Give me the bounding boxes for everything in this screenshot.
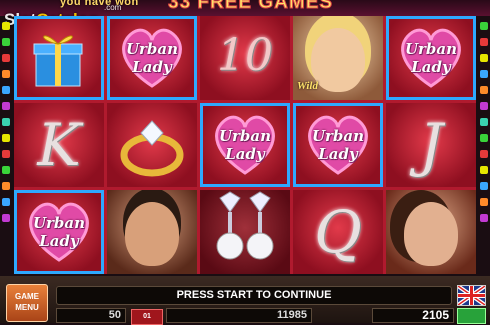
- gift-box-icon: [33, 35, 83, 87]
- menu-line2: MENU: [15, 303, 39, 312]
- start-button[interactable]: [457, 308, 486, 324]
- light-icon: [480, 86, 488, 94]
- symbol-j: J: [386, 103, 476, 187]
- light-icon: [2, 102, 10, 110]
- light-icon: [2, 118, 10, 126]
- light-icon: [2, 166, 10, 174]
- symbol-woman-with-jewels: [386, 190, 476, 274]
- lady-text: Lady: [132, 58, 172, 76]
- reel-grid: Urban Lady 10 Wild Urban Lady K Urban La…: [14, 16, 476, 274]
- light-icon: [2, 182, 10, 190]
- light-icon: [480, 166, 488, 174]
- symbol-k: K: [14, 103, 104, 187]
- left-indicator-lights: [0, 18, 12, 276]
- lady-text: Lady: [318, 145, 358, 163]
- light-icon: [480, 198, 488, 206]
- symbol-urban-lady: Urban Lady: [107, 16, 197, 100]
- message-bar: PRESS START TO CONTINUE: [56, 286, 452, 305]
- light-icon: [480, 150, 488, 158]
- urban-text: Urban: [218, 127, 272, 145]
- symbol-urban-lady: Urban Lady: [200, 103, 290, 187]
- woman-face-icon: [311, 28, 365, 92]
- light-icon: [2, 198, 10, 206]
- light-icon: [480, 22, 488, 30]
- heart-icon: Urban Lady: [210, 113, 280, 177]
- light-icon: [2, 86, 10, 94]
- light-icon: [2, 22, 10, 30]
- symbol-wild-woman: Wild: [293, 16, 383, 100]
- woman-face-icon: [404, 202, 458, 266]
- heart-icon: Urban Lady: [24, 200, 94, 264]
- symbol-urban-lady: Urban Lady: [14, 190, 104, 274]
- light-icon: [480, 182, 488, 190]
- bet-display: 11985: [166, 308, 312, 323]
- urban-text: Urban: [311, 127, 365, 145]
- light-icon: [2, 54, 10, 62]
- k-symbol-text: K: [37, 111, 81, 179]
- urban-text: Urban: [404, 40, 458, 58]
- symbol-diamond-ring: [107, 103, 197, 187]
- symbol-q: Q: [293, 190, 383, 274]
- pearl-earrings-icon: [216, 191, 274, 260]
- game-menu-button[interactable]: GAME MENU: [6, 284, 48, 322]
- light-icon: [2, 70, 10, 78]
- urban-text: Urban: [32, 214, 86, 232]
- light-icon: [480, 214, 488, 222]
- credit-display: 2105: [372, 308, 454, 323]
- control-panel: GAME MENU PRESS START TO CONTINUE 50 01 …: [0, 276, 490, 325]
- free-games-text: 33 FREE GAMES: [167, 0, 334, 14]
- lady-text: Lady: [411, 58, 451, 76]
- symbol-urban-lady: Urban Lady: [293, 103, 383, 187]
- symbol-man: [107, 190, 197, 274]
- light-icon: [2, 134, 10, 142]
- light-icon: [480, 102, 488, 110]
- light-icon: [480, 70, 488, 78]
- heart-icon: Urban Lady: [117, 26, 187, 90]
- you-have-won-text: you have won: [60, 0, 139, 8]
- heart-icon: Urban Lady: [396, 26, 466, 90]
- diamond-ring-icon: [120, 120, 184, 177]
- watermark-com: .com: [104, 3, 122, 12]
- light-icon: [480, 38, 488, 46]
- wild-label: Wild: [297, 80, 318, 92]
- heart-icon: Urban Lady: [303, 113, 373, 177]
- light-icon: [480, 134, 488, 142]
- lines-display: 50: [56, 308, 126, 323]
- light-icon: [2, 38, 10, 46]
- symbol-gift-box: [14, 16, 104, 100]
- symbol-pearl-earrings: [200, 190, 290, 274]
- symbol-ten: 10: [200, 16, 290, 100]
- q-symbol-text: Q: [314, 198, 362, 266]
- light-icon: [480, 54, 488, 62]
- urban-text: Urban: [125, 40, 179, 58]
- symbol-urban-lady: Urban Lady: [386, 16, 476, 100]
- light-icon: [2, 150, 10, 158]
- right-indicator-lights: [478, 18, 490, 276]
- uk-flag-icon[interactable]: [457, 285, 486, 306]
- j-symbol-text: J: [419, 111, 443, 179]
- ten-symbol-text: 10: [217, 30, 273, 81]
- man-face-icon: [125, 202, 179, 266]
- lady-text: Lady: [39, 232, 79, 250]
- menu-line1: GAME: [15, 292, 39, 301]
- light-icon: [2, 214, 10, 222]
- lady-text: Lady: [225, 145, 265, 163]
- light-icon: [480, 118, 488, 126]
